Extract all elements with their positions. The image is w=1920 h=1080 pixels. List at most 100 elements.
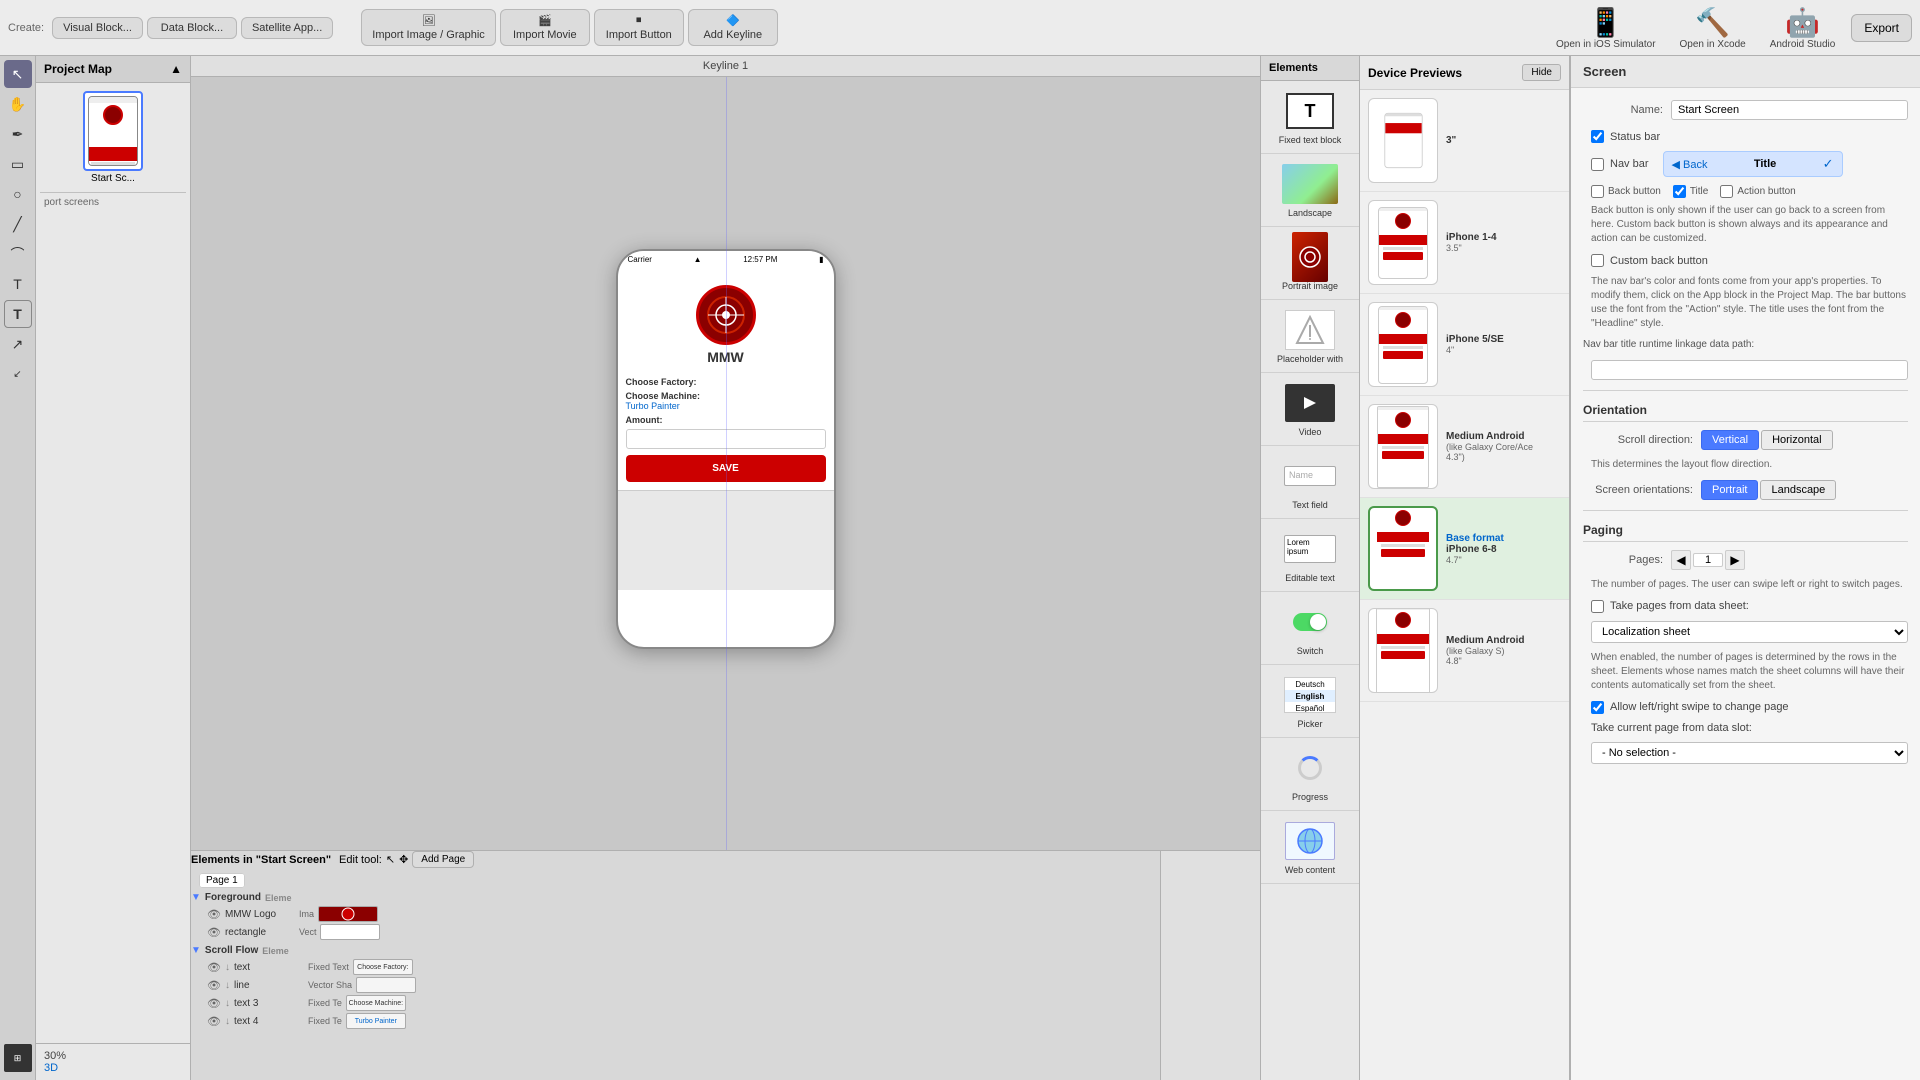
pages-increment-button[interactable]: ▶ xyxy=(1725,550,1745,570)
import-button-button[interactable]: ⏹ Import Button xyxy=(594,9,684,46)
element-fixed-text-block[interactable]: T Fixed text block xyxy=(1261,81,1359,154)
nav-runtime-input[interactable] xyxy=(1591,360,1908,380)
text-tool[interactable]: T xyxy=(4,270,32,298)
add-page-button[interactable]: Add Page xyxy=(412,851,474,868)
landscape-icon xyxy=(1282,162,1338,206)
no-selection-select[interactable]: - No selection - xyxy=(1591,742,1908,764)
localization-sheet-select[interactable]: Localization sheet xyxy=(1591,621,1908,643)
export-button[interactable]: Export xyxy=(1851,14,1912,42)
import-graphic-button[interactable]: 🖼 Import Image / Graphic xyxy=(361,9,496,46)
device-name-android43: Medium Android xyxy=(1446,431,1561,442)
device-item-android43[interactable]: Medium Android (like Galaxy Core/Ace 4.3… xyxy=(1360,396,1569,498)
action-button-checkbox[interactable] xyxy=(1720,185,1733,198)
back-button-checkbox[interactable] xyxy=(1591,185,1604,198)
landscape-button[interactable]: Landscape xyxy=(1760,480,1836,500)
bottom-split: Elements in "Start Screen" Edit tool: ↖ … xyxy=(191,850,1260,1080)
element-progress[interactable]: Progress xyxy=(1261,738,1359,811)
device-item-iphone68[interactable]: Base format iPhone 6-8 4.7" xyxy=(1360,498,1569,600)
bezier-tool[interactable]: ⌒ xyxy=(4,240,32,268)
name-input[interactable] xyxy=(1671,100,1908,120)
edit-select-tool-icon[interactable]: ↖ xyxy=(386,853,395,866)
text3-eye-icon[interactable]: 👁 xyxy=(207,997,221,1010)
device-previews-title: Device Previews xyxy=(1368,66,1462,80)
text-tool-2[interactable]: T xyxy=(4,300,32,328)
select-tool[interactable]: ↖ xyxy=(4,60,32,88)
screen-switch-tool[interactable]: ⊞ xyxy=(4,1044,32,1072)
3d-label[interactable]: 3D xyxy=(44,1062,182,1074)
data-block-button[interactable]: Data Block... xyxy=(147,17,237,39)
project-map-collapse-icon[interactable]: ▲ xyxy=(170,62,182,76)
switch-track xyxy=(1293,613,1327,631)
element-video[interactable]: Video xyxy=(1261,373,1359,446)
take-pages-checkbox[interactable] xyxy=(1591,600,1604,613)
edit-move-tool-icon[interactable]: ✥ xyxy=(399,853,408,866)
element-picker[interactable]: Deutsch English Español Picker xyxy=(1261,665,1359,738)
editable-text-icon: Lorem ipsum xyxy=(1282,527,1338,571)
screen-thumbnail[interactable]: Start Sc... xyxy=(40,87,186,188)
rectangle-tool[interactable]: ▭ xyxy=(4,150,32,178)
screen-orientations-label: Screen orientations: xyxy=(1583,484,1693,496)
add-keyline-button[interactable]: 🔷 Add Keyline xyxy=(688,9,778,46)
element-portrait-image[interactable]: Portrait image xyxy=(1261,227,1359,300)
text4-eye-icon[interactable]: 👁 xyxy=(207,1015,221,1028)
title-checkbox[interactable] xyxy=(1673,185,1686,198)
device-previews-header: Device Previews Hide xyxy=(1360,56,1569,90)
hide-previews-button[interactable]: Hide xyxy=(1522,64,1561,81)
status-bar-row: Status bar xyxy=(1583,130,1908,143)
element-web-content[interactable]: Web content xyxy=(1261,811,1359,884)
phone-carrier: Carrier xyxy=(628,255,652,264)
portrait-button[interactable]: Portrait xyxy=(1701,480,1758,500)
scroll-flow-type: Eleme xyxy=(262,946,289,956)
placeholder-label: Placeholder with xyxy=(1277,354,1343,364)
open-ios-simulator-button[interactable]: 📱 Open in iOS Simulator xyxy=(1548,2,1664,54)
ellipse-tool[interactable]: ○ xyxy=(4,180,32,208)
line-eye-icon[interactable]: 👁 xyxy=(207,979,221,992)
foreground-group-header: ▼ Foreground Eleme xyxy=(191,890,1160,905)
element-landscape[interactable]: Landscape xyxy=(1261,154,1359,227)
pen-tool[interactable]: ✒ xyxy=(4,120,32,148)
pages-decrement-button[interactable]: ◀ xyxy=(1671,550,1691,570)
text1-eye-icon[interactable]: 👁 xyxy=(207,961,221,974)
text-block-widget: T xyxy=(1286,93,1334,129)
text4-down-arrow: ↓ xyxy=(225,1016,230,1027)
device-item-iphone14[interactable]: iPhone 1-4 3.5" xyxy=(1360,192,1569,294)
arrow-tool-2[interactable]: ↙ xyxy=(4,360,32,388)
nav-bar-checkbox[interactable] xyxy=(1591,158,1604,171)
device-info-android43: Medium Android (like Galaxy Core/Ace 4.3… xyxy=(1446,431,1561,462)
line-tool[interactable]: ╱ xyxy=(4,210,32,238)
picker-row-espanol: Español xyxy=(1285,702,1335,713)
open-xcode-button[interactable]: 🔨 Open in Xcode xyxy=(1672,2,1754,54)
visual-block-button[interactable]: Visual Block... xyxy=(52,17,143,39)
nav-bar-color-desc: The nav bar's color and fonts come from … xyxy=(1583,275,1908,331)
project-map-title: Project Map xyxy=(44,62,112,76)
foreground-type: Eleme xyxy=(265,893,292,903)
device-item-iphone5se[interactable]: iPhone 5/SE 4" xyxy=(1360,294,1569,396)
rectangle-eye-icon[interactable]: 👁 xyxy=(207,926,221,939)
placeholder-widget xyxy=(1285,310,1335,350)
picker-row-deutsch: Deutsch xyxy=(1285,678,1335,690)
android-studio-button[interactable]: 🤖 Android Studio xyxy=(1762,2,1844,54)
main-area: ↖ ✋ ✒ ▭ ○ ╱ ⌒ T T ↗ ↙ ⊞ Project Map ▲ xyxy=(0,56,1920,1080)
satellite-app-button[interactable]: Satellite App... xyxy=(241,17,333,39)
element-text-field[interactable]: Name Text field xyxy=(1261,446,1359,519)
device-size-android43: (like Galaxy Core/Ace xyxy=(1446,442,1561,452)
device-size-android48b: 4.8" xyxy=(1446,656,1561,666)
scroll-horizontal-button[interactable]: Horizontal xyxy=(1761,430,1833,450)
canvas[interactable]: Carrier ▲ 12:57 PM ▮ xyxy=(191,77,1260,850)
scroll-dir-desc: This determines the layout flow directio… xyxy=(1583,458,1908,472)
pages-value-input[interactable] xyxy=(1693,553,1723,567)
mmw-logo-eye-icon[interactable]: 👁 xyxy=(207,908,221,921)
arrow-select-tool[interactable]: ↗ xyxy=(4,330,32,358)
scroll-vertical-button[interactable]: Vertical xyxy=(1701,430,1759,450)
status-bar-checkbox[interactable] xyxy=(1591,130,1604,143)
element-placeholder[interactable]: Placeholder with xyxy=(1261,300,1359,373)
foreground-group: ▼ Foreground Eleme 👁 MMW Logo Ima xyxy=(191,890,1160,941)
import-movie-button[interactable]: 🎬 Import Movie xyxy=(500,9,590,46)
custom-back-checkbox[interactable] xyxy=(1591,254,1604,267)
element-editable-text[interactable]: Lorem ipsum Editable text xyxy=(1261,519,1359,592)
device-item-3inch[interactable]: 3" xyxy=(1360,90,1569,192)
hand-tool[interactable]: ✋ xyxy=(4,90,32,118)
element-switch[interactable]: Switch xyxy=(1261,592,1359,665)
allow-swipe-checkbox[interactable] xyxy=(1591,701,1604,714)
device-item-android48[interactable]: Medium Android (like Galaxy S) 4.8" xyxy=(1360,600,1569,702)
